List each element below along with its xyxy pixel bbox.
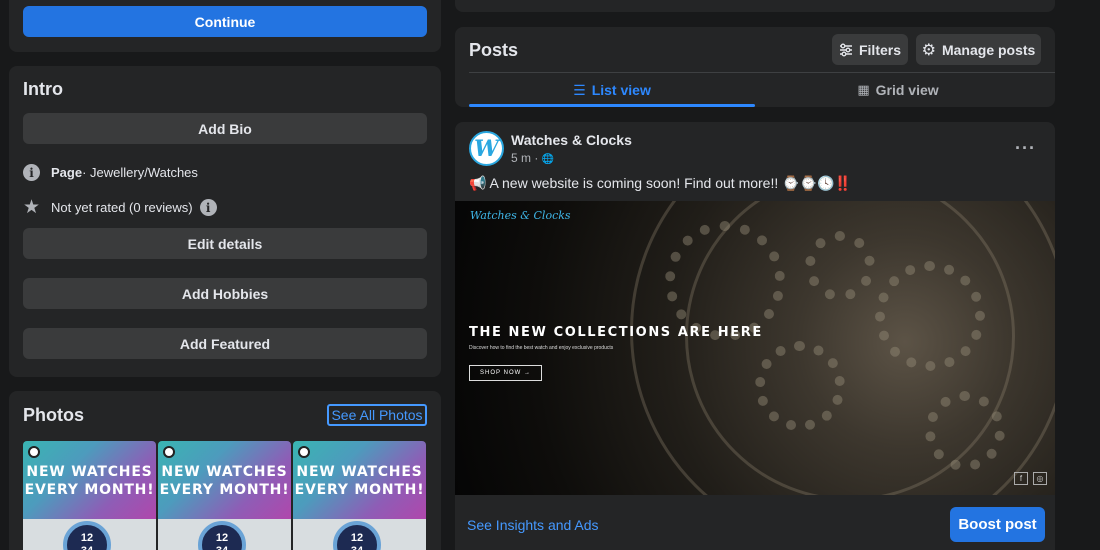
thumb-line1: NEW WATCHES	[26, 464, 153, 480]
add-hobbies-button[interactable]: Add Hobbies	[23, 278, 427, 309]
brand-logo-icon	[163, 446, 175, 458]
brand-logo-icon	[28, 446, 40, 458]
image-shop-now-button: SHOP NOW →	[469, 365, 542, 381]
image-subtext: Discover how to find the best watch and …	[469, 345, 614, 351]
photo-thumbnail[interactable]: NEW WATCHES EVERY MONTH! 12 34	[158, 441, 291, 550]
composer-card	[455, 0, 1055, 12]
thumb-line2: EVERY MONTH!	[294, 482, 425, 498]
manage-posts-button[interactable]: ⚙ Manage posts	[916, 34, 1041, 65]
image-headline: THE NEW COLLECTIONS ARE HERE	[469, 325, 763, 340]
add-featured-button[interactable]: Add Featured	[23, 328, 427, 359]
post-text: 📢 A new website is coming soon! Find out…	[469, 175, 852, 191]
gear-shape	[665, 221, 785, 341]
thumb-line2: EVERY MONTH!	[24, 482, 155, 498]
photo-thumbnail[interactable]: NEW WATCHES EVERY MONTH! 12 34	[293, 441, 426, 550]
boost-post-button[interactable]: Boost post	[950, 507, 1045, 542]
list-icon: ☰	[573, 81, 586, 98]
continue-button[interactable]: Continue	[23, 6, 427, 37]
photos-title: Photos	[23, 405, 84, 425]
edit-details-button[interactable]: Edit details	[23, 228, 427, 259]
gear-shape	[925, 391, 1005, 471]
page-category-row: i Page · Jewellery/Watches	[23, 164, 198, 181]
active-tab-indicator	[469, 104, 755, 107]
more-options-icon[interactable]: ···	[1015, 138, 1036, 159]
post-time[interactable]: 5 m ·	[511, 151, 538, 165]
post-meta: 5 m · 🌐	[511, 151, 554, 165]
page-name-link[interactable]: Watches & Clocks	[511, 132, 632, 148]
page-avatar[interactable]: W	[469, 131, 504, 166]
globe-icon: 🌐	[541, 154, 555, 165]
thumb-line1: NEW WATCHES	[161, 464, 288, 480]
category-prefix: Page	[51, 165, 83, 180]
intro-title: Intro	[23, 79, 63, 99]
category-text: · Jewellery/Watches	[82, 165, 198, 180]
info-icon: i	[23, 164, 40, 181]
photo-thumbnail[interactable]: NEW WATCHES EVERY MONTH! 12 34	[23, 441, 156, 550]
add-bio-button[interactable]: Add Bio	[23, 113, 427, 144]
tab-list-view[interactable]: ☰ List view	[469, 80, 755, 100]
rating-row: ★ Not yet rated (0 reviews) i	[23, 197, 217, 218]
thumb-text: NEW WATCHES EVERY MONTH!	[158, 463, 291, 499]
see-insights-link[interactable]: See Insights and Ads	[467, 517, 599, 533]
rating-info-icon[interactable]: i	[199, 199, 217, 216]
instagram-icon: ◎	[1033, 472, 1047, 485]
gear-shape	[875, 261, 985, 371]
gear-shape	[805, 231, 875, 301]
rating-text: Not yet rated (0 reviews)	[51, 200, 193, 215]
sliders-icon	[839, 43, 852, 56]
filters-label: Filters	[858, 41, 901, 58]
tab-grid-view[interactable]: ▦ Grid view	[755, 80, 1041, 100]
thumb-text: NEW WATCHES EVERY MONTH!	[23, 463, 156, 499]
manage-posts-label: Manage posts	[941, 41, 1036, 58]
tab-label: Grid view	[875, 82, 939, 98]
thumb-line1: NEW WATCHES	[296, 464, 423, 480]
star-icon: ★	[23, 197, 41, 218]
tab-label: List view	[591, 82, 651, 98]
image-brand-text: Watches & Clocks	[470, 209, 571, 222]
gear-shape	[755, 341, 845, 431]
thumb-text: NEW WATCHES EVERY MONTH!	[293, 463, 426, 499]
brand-logo-icon	[298, 446, 310, 458]
grid-icon: ▦	[857, 82, 870, 97]
tabs-divider	[469, 72, 1055, 73]
posts-title: Posts	[469, 40, 519, 60]
see-all-photos-link[interactable]: See All Photos	[327, 404, 427, 426]
thumb-line2: EVERY MONTH!	[159, 482, 290, 498]
gear-icon: ⚙	[921, 41, 936, 59]
facebook-icon: f	[1014, 472, 1028, 485]
post-image[interactable]: Watches & Clocks THE NEW COLLECTIONS ARE…	[455, 201, 1055, 495]
filters-button[interactable]: Filters	[832, 34, 908, 65]
